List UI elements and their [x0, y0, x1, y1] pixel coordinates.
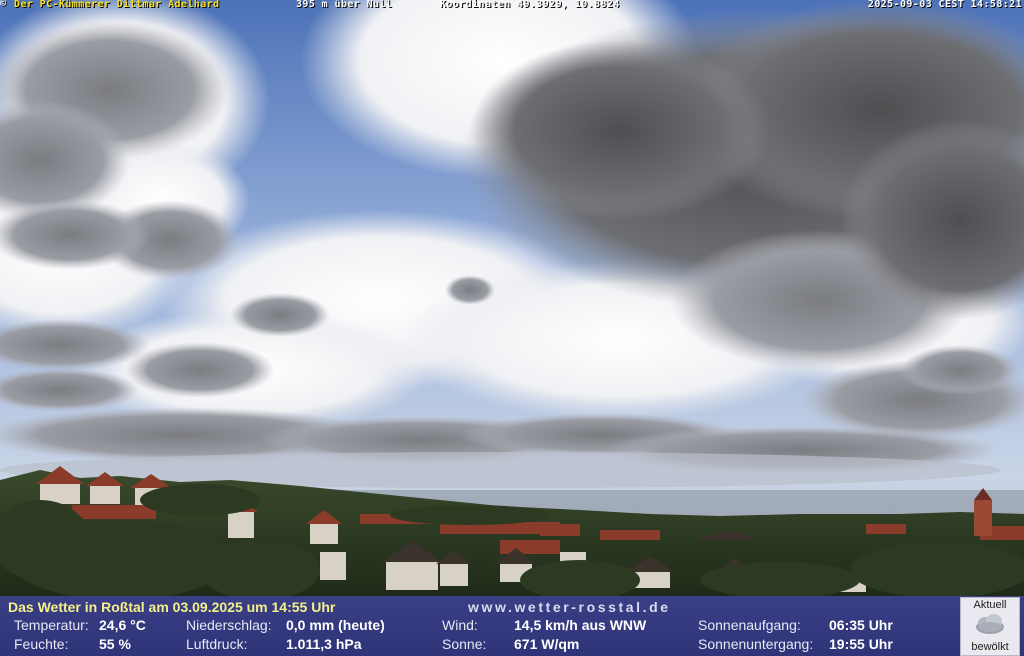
capture-timestamp: 2025-09-03 CEST 14:58:21: [867, 0, 1022, 10]
current-condition-label: bewölkt: [971, 641, 1009, 653]
wind-value: 14,5 km/h aus WNW: [514, 617, 647, 633]
webcam-image: [0, 0, 1024, 596]
top-info-strip: © Der PC-Kümmerer Dittmar Adelhard 395 m…: [0, 0, 1024, 10]
temperature-value: 24,6 °C: [99, 617, 146, 633]
temperature-label: Temperatur:: [14, 617, 89, 633]
sunrise-value: 06:35 Uhr: [829, 617, 893, 633]
wind-label: Wind:: [442, 617, 478, 633]
sun-radiation-label: Sonne:: [442, 636, 487, 652]
webcam-scene-svg: [0, 0, 1024, 596]
sun-radiation-value: 671 W/qm: [514, 636, 580, 652]
current-label: Aktuell: [973, 599, 1007, 611]
sunset-label: Sonnenuntergang:: [698, 636, 814, 652]
weather-title: Das Wetter in Roßtal am 03.09.2025 um 14…: [8, 599, 336, 615]
sunrise-label: Sonnenaufgang:: [698, 617, 801, 633]
copyright-sign: ©: [0, 0, 7, 9]
pressure-label: Luftdruck:: [186, 636, 248, 652]
altitude-label: 395 m über Null: [296, 0, 393, 10]
current-condition-box: Aktuell bewölkt: [960, 597, 1020, 656]
coordinates-label: Koordinaten 49.3929, 10.8824: [440, 0, 620, 10]
website-url: www.wetter-rosstal.de: [468, 599, 671, 615]
precipitation-value: 0,0 mm (heute): [286, 617, 385, 633]
cloud-icon: [976, 614, 1004, 634]
owner-label: Der PC-Kümmerer Dittmar Adelhard: [14, 0, 220, 10]
humidity-label: Feuchte:: [14, 636, 69, 652]
precipitation-label: Niederschlag:: [186, 617, 272, 633]
weather-info-bar: Das Wetter in Roßtal am 03.09.2025 um 14…: [0, 596, 1024, 656]
humidity-value: 55 %: [99, 636, 131, 652]
sunset-value: 19:55 Uhr: [829, 636, 893, 652]
pressure-value: 1.011,3 hPa: [286, 636, 362, 652]
